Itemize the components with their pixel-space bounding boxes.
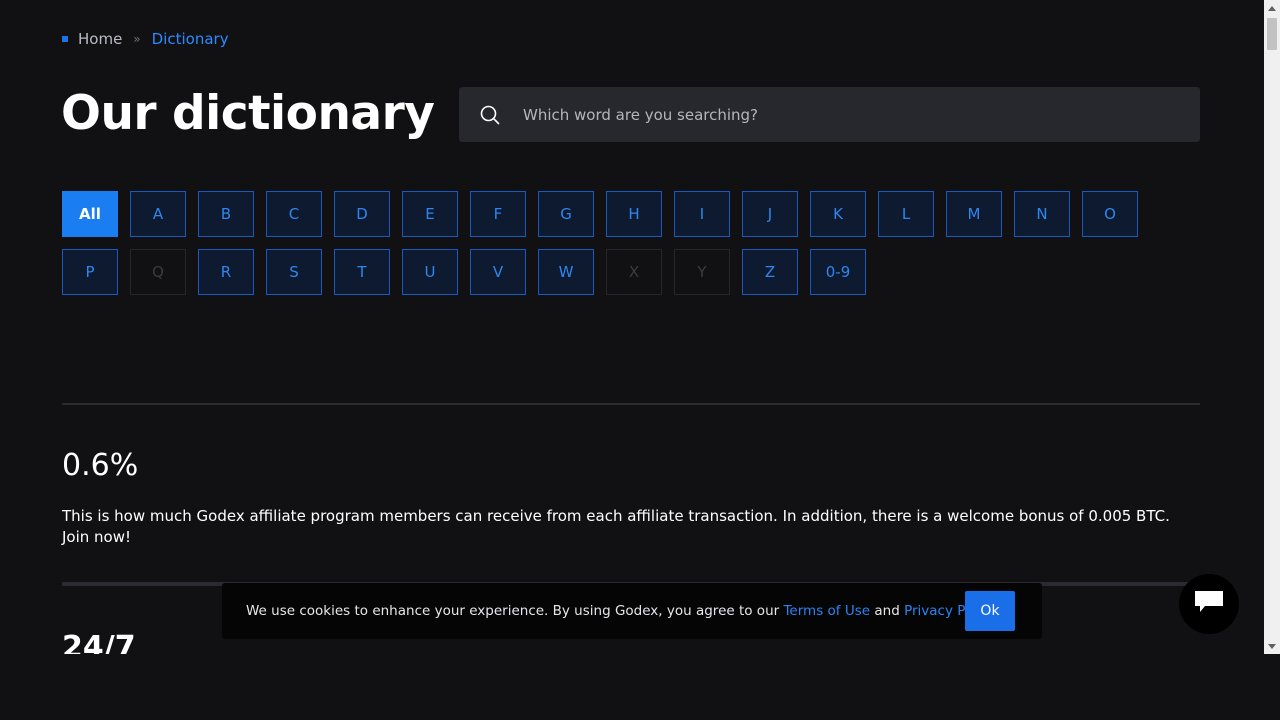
letter-filter-i[interactable]: I	[674, 191, 730, 237]
letter-filter-q: Q	[130, 249, 186, 295]
chat-button[interactable]	[1179, 574, 1239, 634]
letter-filter-w[interactable]: W	[538, 249, 594, 295]
letter-filter-v[interactable]: V	[470, 249, 526, 295]
page-viewport: Home » Dictionary Our dictionary AllABCD…	[0, 0, 1264, 654]
breadcrumb-current: Dictionary	[151, 30, 229, 48]
letter-row: All A B C D E F G H I J K L M N O	[62, 191, 1162, 237]
page-title: Our dictionary	[61, 86, 435, 141]
letter-filter-g[interactable]: G	[538, 191, 594, 237]
search-icon	[479, 104, 501, 126]
cookie-text: We use cookies to enhance your experienc…	[246, 603, 997, 619]
breadcrumb-bullet-icon	[62, 36, 68, 42]
letter-filter-c[interactable]: C	[266, 191, 322, 237]
letter-filter-f[interactable]: F	[470, 191, 526, 237]
letter-filter-d[interactable]: D	[334, 191, 390, 237]
letter-filter-l[interactable]: L	[878, 191, 934, 237]
letter-filter-x: X	[606, 249, 662, 295]
chat-icon	[1194, 589, 1224, 619]
letter-filter-j[interactable]: J	[742, 191, 798, 237]
letter-filter-e[interactable]: E	[402, 191, 458, 237]
cookie-banner: We use cookies to enhance your experienc…	[222, 583, 1042, 639]
letter-filter-u[interactable]: U	[402, 249, 458, 295]
terms-of-use-link[interactable]: Terms of Use	[783, 603, 870, 619]
letter-filter-b[interactable]: B	[198, 191, 254, 237]
letter-filter-all[interactable]: All	[62, 191, 118, 237]
letter-filter: All A B C D E F G H I J K L M N O P Q R S T U V W X Y Z 0-9	[62, 191, 1162, 307]
breadcrumb-home-link[interactable]: Home	[78, 30, 122, 48]
scrollbar-thumb[interactable]	[1267, 18, 1277, 50]
breadcrumb-separator: »	[133, 32, 141, 46]
letter-filter-0-9[interactable]: 0-9	[810, 249, 866, 295]
letter-filter-t[interactable]: T	[334, 249, 390, 295]
letter-filter-y: Y	[674, 249, 730, 295]
letter-filter-p[interactable]: P	[62, 249, 118, 295]
letter-filter-k[interactable]: K	[810, 191, 866, 237]
cookie-ok-button[interactable]: Ok	[965, 591, 1015, 631]
fact-description: This is how much Godex affiliate program…	[62, 507, 1170, 546]
vertical-scrollbar[interactable]	[1264, 0, 1280, 654]
fact-value: 0.6%	[62, 448, 139, 483]
letter-row: P Q R S T U V W X Y Z 0-9	[62, 249, 1162, 295]
letter-filter-s[interactable]: S	[266, 249, 322, 295]
search-input[interactable]	[521, 104, 1165, 125]
window-bottom-area	[0, 654, 1280, 720]
section-divider	[62, 403, 1200, 405]
letter-filter-r[interactable]: R	[198, 249, 254, 295]
letter-filter-a[interactable]: A	[130, 191, 186, 237]
letter-filter-h[interactable]: H	[606, 191, 662, 237]
letter-filter-z[interactable]: Z	[742, 249, 798, 295]
letter-filter-o[interactable]: O	[1082, 191, 1138, 237]
scroll-up-arrow-icon[interactable]	[1264, 0, 1280, 16]
breadcrumb: Home » Dictionary	[62, 29, 229, 49]
scroll-down-arrow-icon[interactable]	[1264, 638, 1280, 654]
letter-filter-n[interactable]: N	[1014, 191, 1070, 237]
search-box[interactable]	[459, 87, 1200, 142]
letter-filter-m[interactable]: M	[946, 191, 1002, 237]
fact-value: 24/7	[62, 630, 136, 654]
